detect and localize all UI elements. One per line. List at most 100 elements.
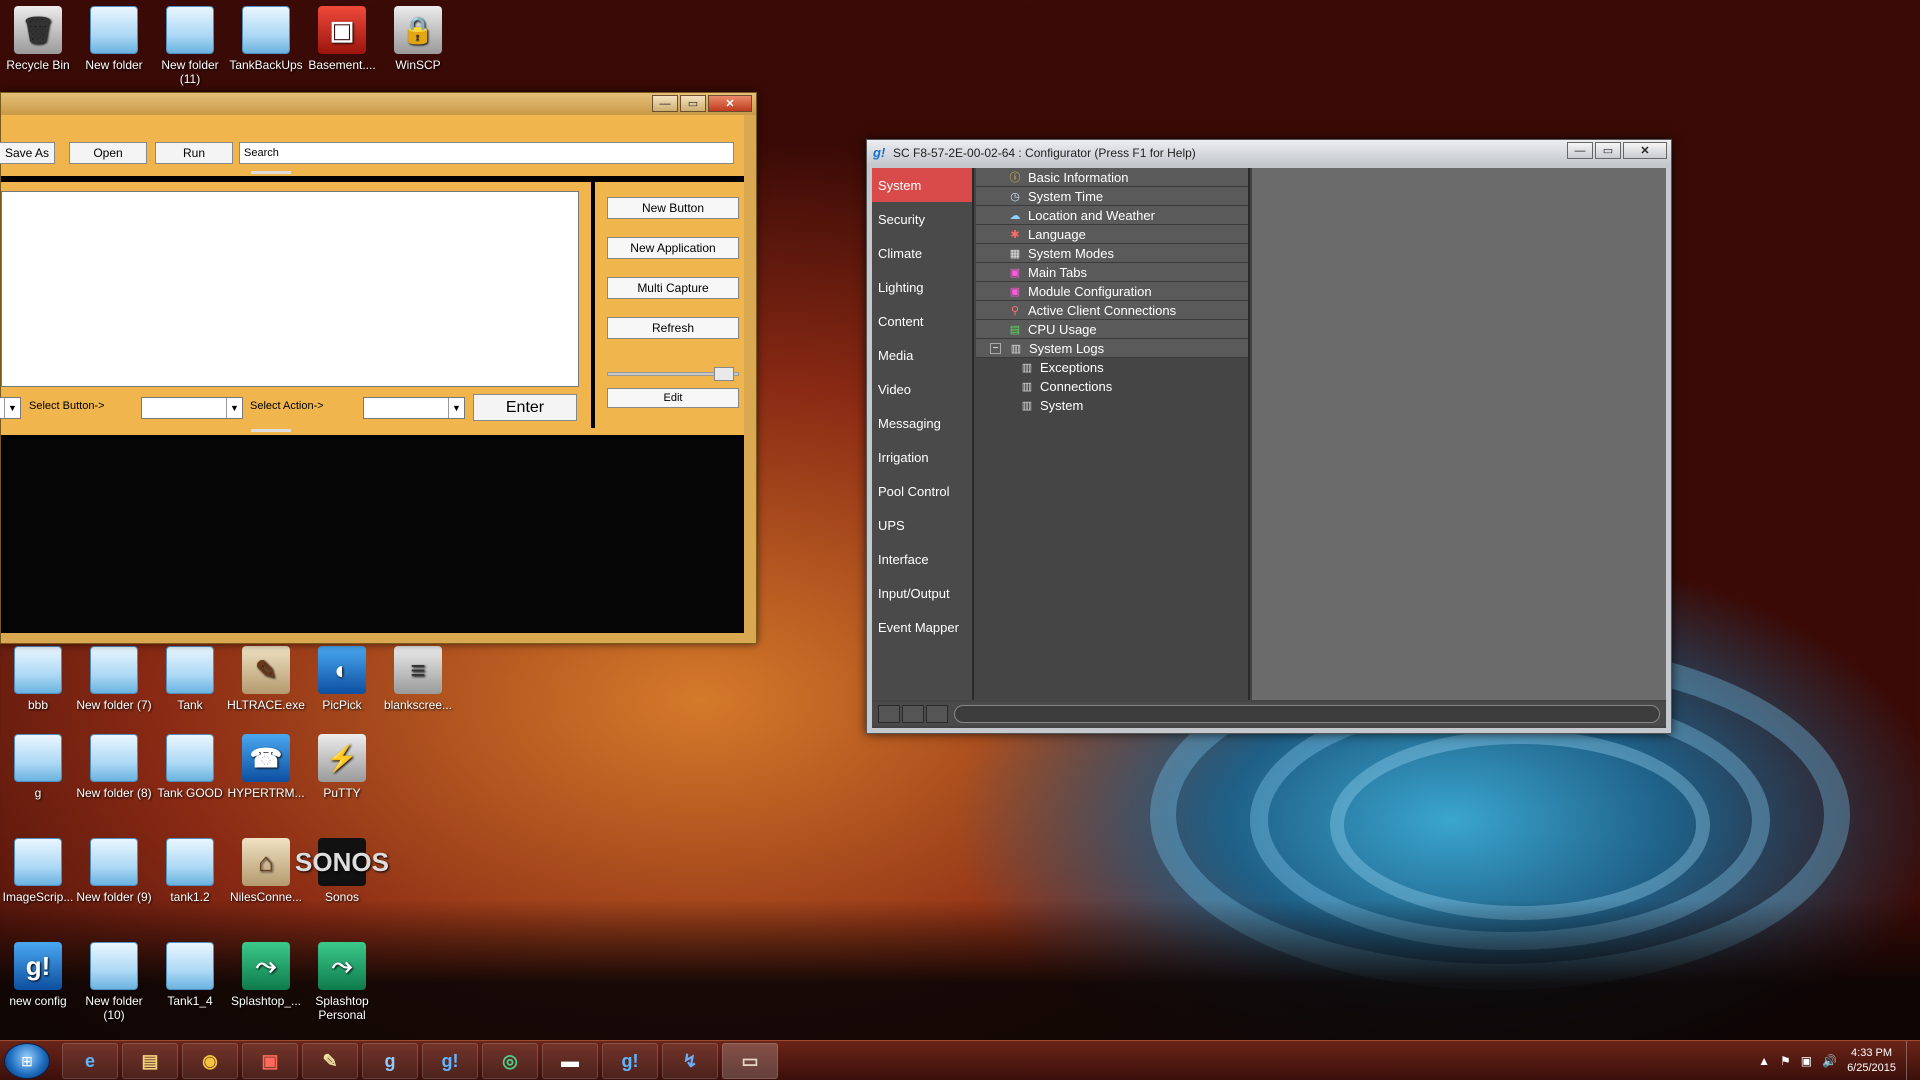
tree-item-connections[interactable]: ▥ Connections bbox=[976, 377, 1248, 396]
tree-item-language[interactable]: ✱ Language bbox=[976, 225, 1248, 244]
desktop-icon-splashtop[interactable]: ⤳ Splashtop_... bbox=[226, 942, 306, 1008]
start-button[interactable]: ⊞ bbox=[4, 1043, 50, 1079]
nav-item-event-mapper[interactable]: Event Mapper bbox=[872, 610, 972, 644]
nav-item-irrigation[interactable]: Irrigation bbox=[872, 440, 972, 474]
action-center-flag-icon[interactable]: ⚑ bbox=[1780, 1054, 1791, 1068]
tree-item-main-tabs[interactable]: ▣ Main Tabs bbox=[976, 263, 1248, 282]
desktop-icon-new-folder-11[interactable]: New folder (11) bbox=[150, 6, 230, 86]
tree-item-active-client-connections[interactable]: ⚲ Active Client Connections bbox=[976, 301, 1248, 320]
tree-item-basic-information[interactable]: ⓘ Basic Information bbox=[976, 168, 1248, 187]
nav-item-security[interactable]: Security bbox=[872, 202, 972, 236]
taskbar-notepad[interactable]: ✎ bbox=[302, 1043, 358, 1079]
desktop-icon-blankscreen[interactable]: ≡ blankscree... bbox=[378, 646, 458, 712]
app-window-titlebar[interactable]: — ▭ ✕ bbox=[1, 93, 756, 115]
select-action-dropdown[interactable]: ▼ bbox=[363, 397, 465, 419]
new-button-button[interactable]: New Button bbox=[607, 197, 739, 219]
splitter-handle[interactable] bbox=[251, 429, 291, 432]
nav-item-interface[interactable]: Interface bbox=[872, 542, 972, 576]
tree-item-system-time[interactable]: ◷ System Time bbox=[976, 187, 1248, 206]
desktop-icon-new-folder-8[interactable]: New folder (8) bbox=[74, 734, 154, 800]
search-input[interactable]: Search bbox=[239, 142, 734, 164]
taskbar-internet-explorer[interactable]: e bbox=[62, 1043, 118, 1079]
taskbar-g-app[interactable]: g! bbox=[422, 1043, 478, 1079]
tree-item-cpu-usage[interactable]: ▤ CPU Usage bbox=[976, 320, 1248, 339]
nav-item-media[interactable]: Media bbox=[872, 338, 972, 372]
desktop-icon-sonos[interactable]: SONOS Sonos bbox=[295, 838, 389, 904]
nav-item-pool-control[interactable]: Pool Control bbox=[872, 474, 972, 508]
nav-item-lighting[interactable]: Lighting bbox=[872, 270, 972, 304]
nav-item-content[interactable]: Content bbox=[872, 304, 972, 338]
desktop-icon-imagescrip[interactable]: ImageScrip... bbox=[0, 838, 78, 904]
taskbar-active-window[interactable]: ▭ bbox=[722, 1043, 778, 1079]
desktop-icon-tank[interactable]: Tank bbox=[150, 646, 230, 712]
save-as-button[interactable]: Save As bbox=[0, 142, 55, 164]
minimize-button[interactable]: — bbox=[1567, 142, 1593, 159]
multi-capture-button[interactable]: Multi Capture bbox=[607, 277, 739, 299]
show-desktop-button[interactable] bbox=[1906, 1041, 1916, 1080]
taskbar-file-explorer[interactable]: ▤ bbox=[122, 1043, 178, 1079]
desktop-icon-nilesconnect[interactable]: ⌂ NilesConne... bbox=[226, 838, 306, 904]
network-icon[interactable]: ▣ bbox=[1801, 1054, 1812, 1068]
taskbar-g-app-2[interactable]: g! bbox=[602, 1043, 658, 1079]
desktop-icon-bbb[interactable]: bbb bbox=[0, 646, 78, 712]
desktop-icon-splashtop-personal[interactable]: ⤳ Splashtop Personal bbox=[302, 942, 382, 1022]
refresh-button[interactable]: Refresh bbox=[607, 317, 739, 339]
tree-item-system-log[interactable]: ▥ System bbox=[976, 396, 1248, 415]
desktop-icon-recycle-bin[interactable]: 🗑 Recycle Bin bbox=[0, 6, 78, 72]
desktop-icon-tankbackups[interactable]: TankBackUps bbox=[226, 6, 306, 72]
nav-item-messaging[interactable]: Messaging bbox=[872, 406, 972, 440]
taskbar-splashtop[interactable]: ↯ bbox=[662, 1043, 718, 1079]
tree-item-location-weather[interactable]: ☁ Location and Weather bbox=[976, 206, 1248, 225]
enter-button[interactable]: Enter bbox=[473, 394, 577, 421]
nav-item-ups[interactable]: UPS bbox=[872, 508, 972, 542]
splitter-handle[interactable] bbox=[251, 171, 291, 174]
close-button[interactable]: ✕ bbox=[1623, 142, 1667, 159]
tree-item-system-logs[interactable]: − ▥ System Logs bbox=[976, 339, 1248, 358]
tree-item-exceptions[interactable]: ▥ Exceptions bbox=[976, 358, 1248, 377]
maximize-button[interactable]: ▭ bbox=[1595, 142, 1621, 159]
desktop-icon-hypertrm[interactable]: ☎ HYPERTRM... bbox=[226, 734, 306, 800]
desktop-icon-new-folder-9[interactable]: New folder (9) bbox=[74, 838, 154, 904]
collapse-icon[interactable]: − bbox=[990, 342, 1001, 354]
open-button[interactable]: Open bbox=[69, 142, 147, 164]
desktop-icon-new-folder-10[interactable]: New folder (10) bbox=[74, 942, 154, 1022]
nav-item-climate[interactable]: Climate bbox=[872, 236, 972, 270]
desktop-icon-tank12[interactable]: tank1.2 bbox=[150, 838, 230, 904]
tree-item-system-modes[interactable]: ▦ System Modes bbox=[976, 244, 1248, 263]
desktop-icon-new-config[interactable]: g! new config bbox=[0, 942, 78, 1008]
clock[interactable]: 4:33 PM 6/25/2015 bbox=[1847, 1046, 1896, 1076]
taskbar-terminal[interactable]: ▬ bbox=[542, 1043, 598, 1079]
volume-icon[interactable]: 🔊 bbox=[1822, 1054, 1837, 1068]
slider[interactable] bbox=[607, 367, 739, 381]
maximize-button[interactable]: ▭ bbox=[680, 95, 706, 112]
nav-item-system[interactable]: System bbox=[872, 168, 972, 202]
dropdown-select[interactable]: ▼ bbox=[0, 397, 21, 419]
desktop-icon-g[interactable]: g bbox=[0, 734, 78, 800]
desktop-icon-basement[interactable]: ▣ Basement.... bbox=[302, 6, 382, 72]
horizontal-scrollbar[interactable] bbox=[954, 705, 1660, 723]
close-button[interactable]: ✕ bbox=[708, 95, 752, 112]
slider-thumb[interactable] bbox=[714, 367, 734, 381]
button-canvas[interactable] bbox=[1, 191, 579, 387]
desktop-icon-new-folder[interactable]: New folder bbox=[74, 6, 154, 72]
desktop-icon-new-folder-7[interactable]: New folder (7) bbox=[74, 646, 154, 712]
taskbar-android-studio[interactable]: ◎ bbox=[482, 1043, 538, 1079]
desktop-icon-tank-good[interactable]: Tank GOOD bbox=[150, 734, 230, 800]
nav-item-video[interactable]: Video bbox=[872, 372, 972, 406]
minimize-button[interactable]: — bbox=[652, 95, 678, 112]
taskbar-app-red[interactable]: ▣ bbox=[242, 1043, 298, 1079]
desktop-icon-picpick[interactable]: ◐ PicPick bbox=[302, 646, 382, 712]
desktop-icon-winscp[interactable]: 🔒 WinSCP bbox=[378, 6, 458, 72]
taskbar-chrome[interactable]: ◉ bbox=[182, 1043, 238, 1079]
desktop-icon-hltrace[interactable]: ✎ HLTRACE.exe bbox=[226, 646, 306, 712]
desktop-icon-putty[interactable]: ⚡ PuTTY bbox=[302, 734, 382, 800]
nav-item-input-output[interactable]: Input/Output bbox=[872, 576, 972, 610]
configurator-titlebar[interactable]: g! SC F8-57-2E-00-02-64 : Configurator (… bbox=[867, 140, 1671, 166]
desktop-icon-tank14[interactable]: Tank1_4 bbox=[150, 942, 230, 1008]
tree-item-module-configuration[interactable]: ▣ Module Configuration bbox=[976, 282, 1248, 301]
show-hidden-icons-icon[interactable]: ▲ bbox=[1758, 1054, 1770, 1068]
run-button[interactable]: Run bbox=[155, 142, 233, 164]
select-button-dropdown[interactable]: ▼ bbox=[141, 397, 243, 419]
new-application-button[interactable]: New Application bbox=[607, 237, 739, 259]
edit-button[interactable]: Edit bbox=[607, 388, 739, 408]
